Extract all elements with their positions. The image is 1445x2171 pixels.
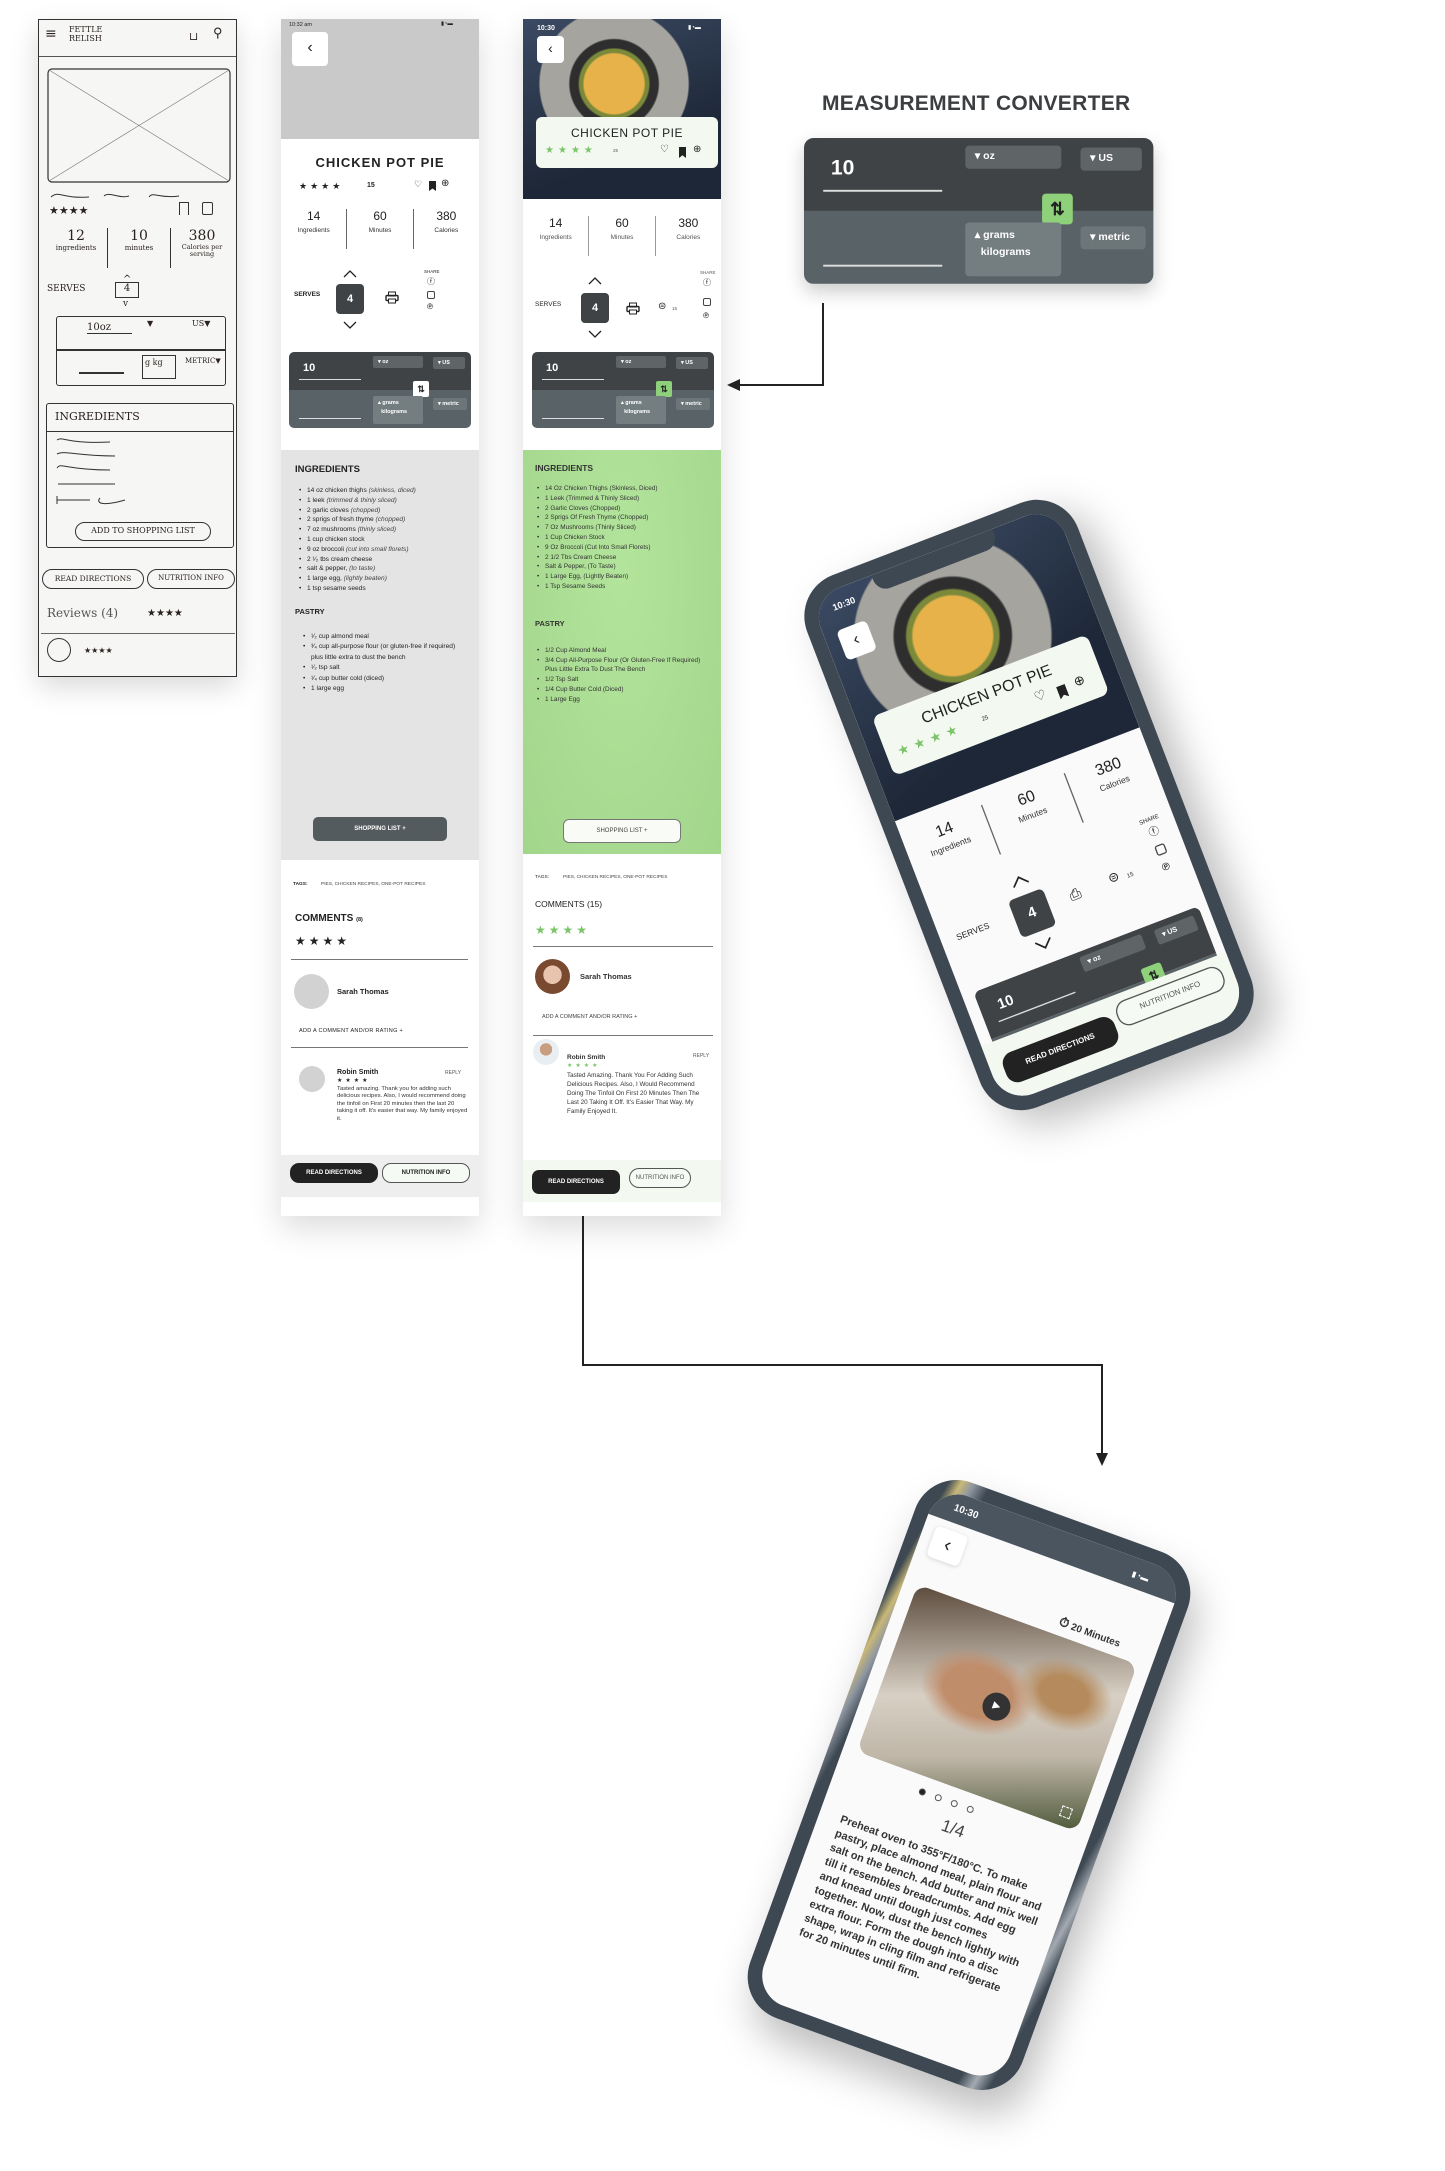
instagram-icon[interactable]	[1154, 842, 1168, 857]
from-system: US	[1166, 925, 1179, 938]
add-circle-icon[interactable]: ⊕	[1072, 673, 1088, 691]
step-dot[interactable]	[917, 1787, 927, 1797]
chevron-down-icon[interactable]	[1034, 936, 1055, 953]
step-dot[interactable]	[949, 1799, 959, 1809]
serves-value[interactable]: 4	[1007, 887, 1057, 939]
step-dot[interactable]	[965, 1804, 975, 1814]
serves-label: SERVES	[955, 921, 992, 943]
printer-icon[interactable]: ⎙	[1067, 886, 1084, 905]
heart-icon[interactable]: ♡	[1032, 688, 1048, 706]
chevron-left-icon: ‹	[940, 1533, 955, 1557]
star-icon: ★	[943, 721, 966, 741]
arrowhead-icon	[1096, 1453, 1108, 1466]
stat-calories: 380 Calories	[1064, 742, 1164, 822]
bookmark-icon[interactable]	[1056, 684, 1069, 700]
facebook-icon[interactable]: ⓕ	[1147, 824, 1161, 839]
step-dot[interactable]	[933, 1793, 943, 1803]
chevron-left-icon: ‹	[849, 628, 863, 649]
comment-icon[interactable]: ⊜	[1106, 869, 1122, 887]
arrowhead-icon	[727, 379, 740, 391]
rating-count: 25	[980, 713, 990, 723]
pinterest-icon[interactable]: ℗	[1160, 860, 1172, 874]
comment-count: 15	[1125, 870, 1135, 880]
arrow-converter-to-screen	[738, 303, 824, 386]
arrow-screen-to-directions	[582, 1216, 1103, 1455]
back-button[interactable]: ‹	[925, 1525, 969, 1568]
flow-arrows	[582, 303, 1108, 1466]
chevron-up-icon[interactable]	[1009, 873, 1030, 890]
from-unit: oz	[1091, 953, 1103, 965]
